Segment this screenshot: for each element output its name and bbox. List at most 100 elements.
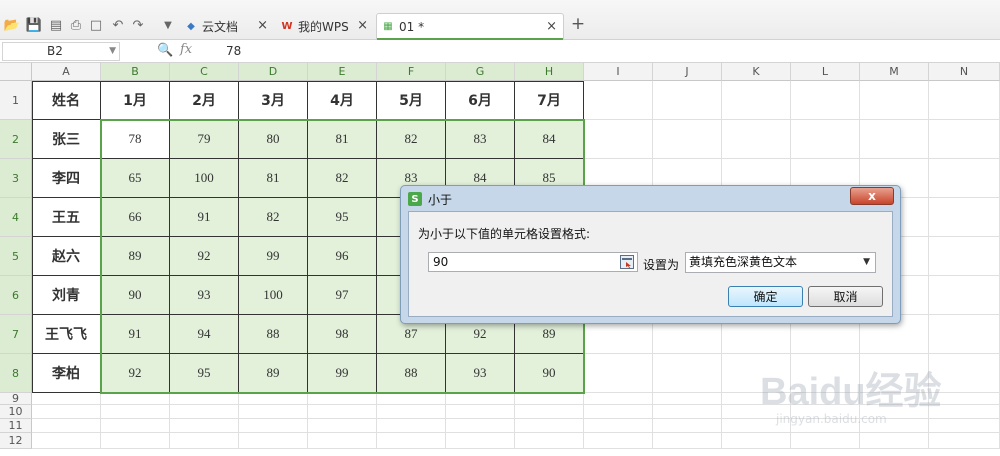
row-header-3[interactable]: 3 — [0, 159, 32, 198]
cell-b9[interactable] — [101, 393, 170, 405]
cell-k1[interactable] — [722, 81, 791, 120]
cell-i10[interactable] — [584, 405, 653, 419]
row-header-7[interactable]: 7 — [0, 315, 32, 354]
cell-e1[interactable]: 4月 — [308, 81, 377, 120]
cell-k9[interactable] — [722, 393, 791, 405]
column-header-c[interactable]: C — [170, 63, 239, 81]
undo-icon[interactable]: ↶ — [110, 17, 126, 33]
cell-j2[interactable] — [653, 120, 722, 159]
print-icon[interactable]: ⎙ — [68, 17, 84, 33]
cell-h10[interactable] — [515, 405, 584, 419]
close-icon[interactable]: × — [357, 18, 368, 33]
row-header-11[interactable]: 11 — [0, 419, 32, 433]
cell-b3[interactable]: 65 — [101, 159, 170, 198]
cell-n10[interactable] — [929, 405, 1000, 419]
column-header-i[interactable]: I — [584, 63, 653, 81]
open-folder-icon[interactable]: 📂 — [4, 17, 20, 33]
print-preview-icon[interactable]: □ — [88, 17, 104, 33]
cell-b5[interactable]: 89 — [101, 237, 170, 276]
cell-h8[interactable]: 90 — [515, 354, 584, 393]
cell-f2[interactable]: 82 — [377, 120, 446, 159]
column-header-j[interactable]: J — [653, 63, 722, 81]
cell-d1[interactable]: 3月 — [239, 81, 308, 120]
cell-j10[interactable] — [653, 405, 722, 419]
cell-l9[interactable] — [791, 393, 860, 405]
dialog-close-button[interactable]: x — [850, 187, 894, 205]
cell-c11[interactable] — [170, 419, 239, 433]
cell-f8[interactable]: 88 — [377, 354, 446, 393]
cell-a12[interactable] — [32, 433, 101, 449]
cell-f10[interactable] — [377, 405, 446, 419]
format-select[interactable]: 黄填充色深黄色文本 ▼ — [685, 252, 876, 273]
cell-n6[interactable] — [929, 276, 1000, 315]
cell-g2[interactable]: 83 — [446, 120, 515, 159]
ok-button[interactable]: 确定 — [728, 286, 803, 307]
cell-h1[interactable]: 7月 — [515, 81, 584, 120]
row-header-8[interactable]: 8 — [0, 354, 32, 393]
threshold-input[interactable]: 90 — [428, 252, 638, 272]
column-header-n[interactable]: N — [929, 63, 1000, 81]
column-header-e[interactable]: E — [308, 63, 377, 81]
cell-m1[interactable] — [860, 81, 929, 120]
column-header-b[interactable]: B — [101, 63, 170, 81]
cell-b12[interactable] — [101, 433, 170, 449]
cell-b10[interactable] — [101, 405, 170, 419]
cell-g12[interactable] — [446, 433, 515, 449]
cell-c3[interactable]: 100 — [170, 159, 239, 198]
cell-d5[interactable]: 99 — [239, 237, 308, 276]
row-header-12[interactable]: 12 — [0, 433, 32, 449]
cell-i12[interactable] — [584, 433, 653, 449]
new-tab-icon[interactable]: + — [570, 14, 586, 34]
cell-i8[interactable] — [584, 354, 653, 393]
cell-e5[interactable]: 96 — [308, 237, 377, 276]
cell-b2[interactable]: 78 — [101, 120, 170, 159]
cell-e3[interactable]: 82 — [308, 159, 377, 198]
cell-d10[interactable] — [239, 405, 308, 419]
cell-e2[interactable]: 81 — [308, 120, 377, 159]
cell-a8[interactable]: 李柏 — [32, 354, 101, 393]
row-header-4[interactable]: 4 — [0, 198, 32, 237]
cell-l8[interactable] — [791, 354, 860, 393]
cell-c7[interactable]: 94 — [170, 315, 239, 354]
cell-l11[interactable] — [791, 419, 860, 433]
cell-n3[interactable] — [929, 159, 1000, 198]
cell-b8[interactable]: 92 — [101, 354, 170, 393]
cell-l1[interactable] — [791, 81, 860, 120]
column-header-m[interactable]: M — [860, 63, 929, 81]
dialog-title-bar[interactable]: S 小于 x — [401, 186, 900, 211]
column-header-h[interactable]: H — [515, 63, 584, 81]
column-header-k[interactable]: K — [722, 63, 791, 81]
cell-e11[interactable] — [308, 419, 377, 433]
cell-e7[interactable]: 98 — [308, 315, 377, 354]
cell-b7[interactable]: 91 — [101, 315, 170, 354]
column-header-l[interactable]: L — [791, 63, 860, 81]
cell-c6[interactable]: 93 — [170, 276, 239, 315]
cell-d2[interactable]: 80 — [239, 120, 308, 159]
row-header-10[interactable]: 10 — [0, 405, 32, 419]
cell-l2[interactable] — [791, 120, 860, 159]
cell-a9[interactable] — [32, 393, 101, 405]
cell-n1[interactable] — [929, 81, 1000, 120]
cell-a1[interactable]: 姓名 — [32, 81, 101, 120]
cell-a6[interactable]: 刘青 — [32, 276, 101, 315]
cell-e12[interactable] — [308, 433, 377, 449]
cell-j8[interactable] — [653, 354, 722, 393]
cell-h12[interactable] — [515, 433, 584, 449]
cell-n9[interactable] — [929, 393, 1000, 405]
cell-f12[interactable] — [377, 433, 446, 449]
cell-a3[interactable]: 李四 — [32, 159, 101, 198]
cell-m9[interactable] — [860, 393, 929, 405]
zoom-icon[interactable]: 🔍 — [157, 43, 173, 58]
range-picker-icon[interactable] — [618, 253, 636, 271]
cell-g8[interactable]: 93 — [446, 354, 515, 393]
cell-c5[interactable]: 92 — [170, 237, 239, 276]
cell-g11[interactable] — [446, 419, 515, 433]
cell-d4[interactable]: 82 — [239, 198, 308, 237]
chevron-down-icon[interactable]: ▼ — [863, 253, 870, 272]
cell-a11[interactable] — [32, 419, 101, 433]
cell-k2[interactable] — [722, 120, 791, 159]
cell-h11[interactable] — [515, 419, 584, 433]
cell-i9[interactable] — [584, 393, 653, 405]
cell-d9[interactable] — [239, 393, 308, 405]
cell-g1[interactable]: 6月 — [446, 81, 515, 120]
